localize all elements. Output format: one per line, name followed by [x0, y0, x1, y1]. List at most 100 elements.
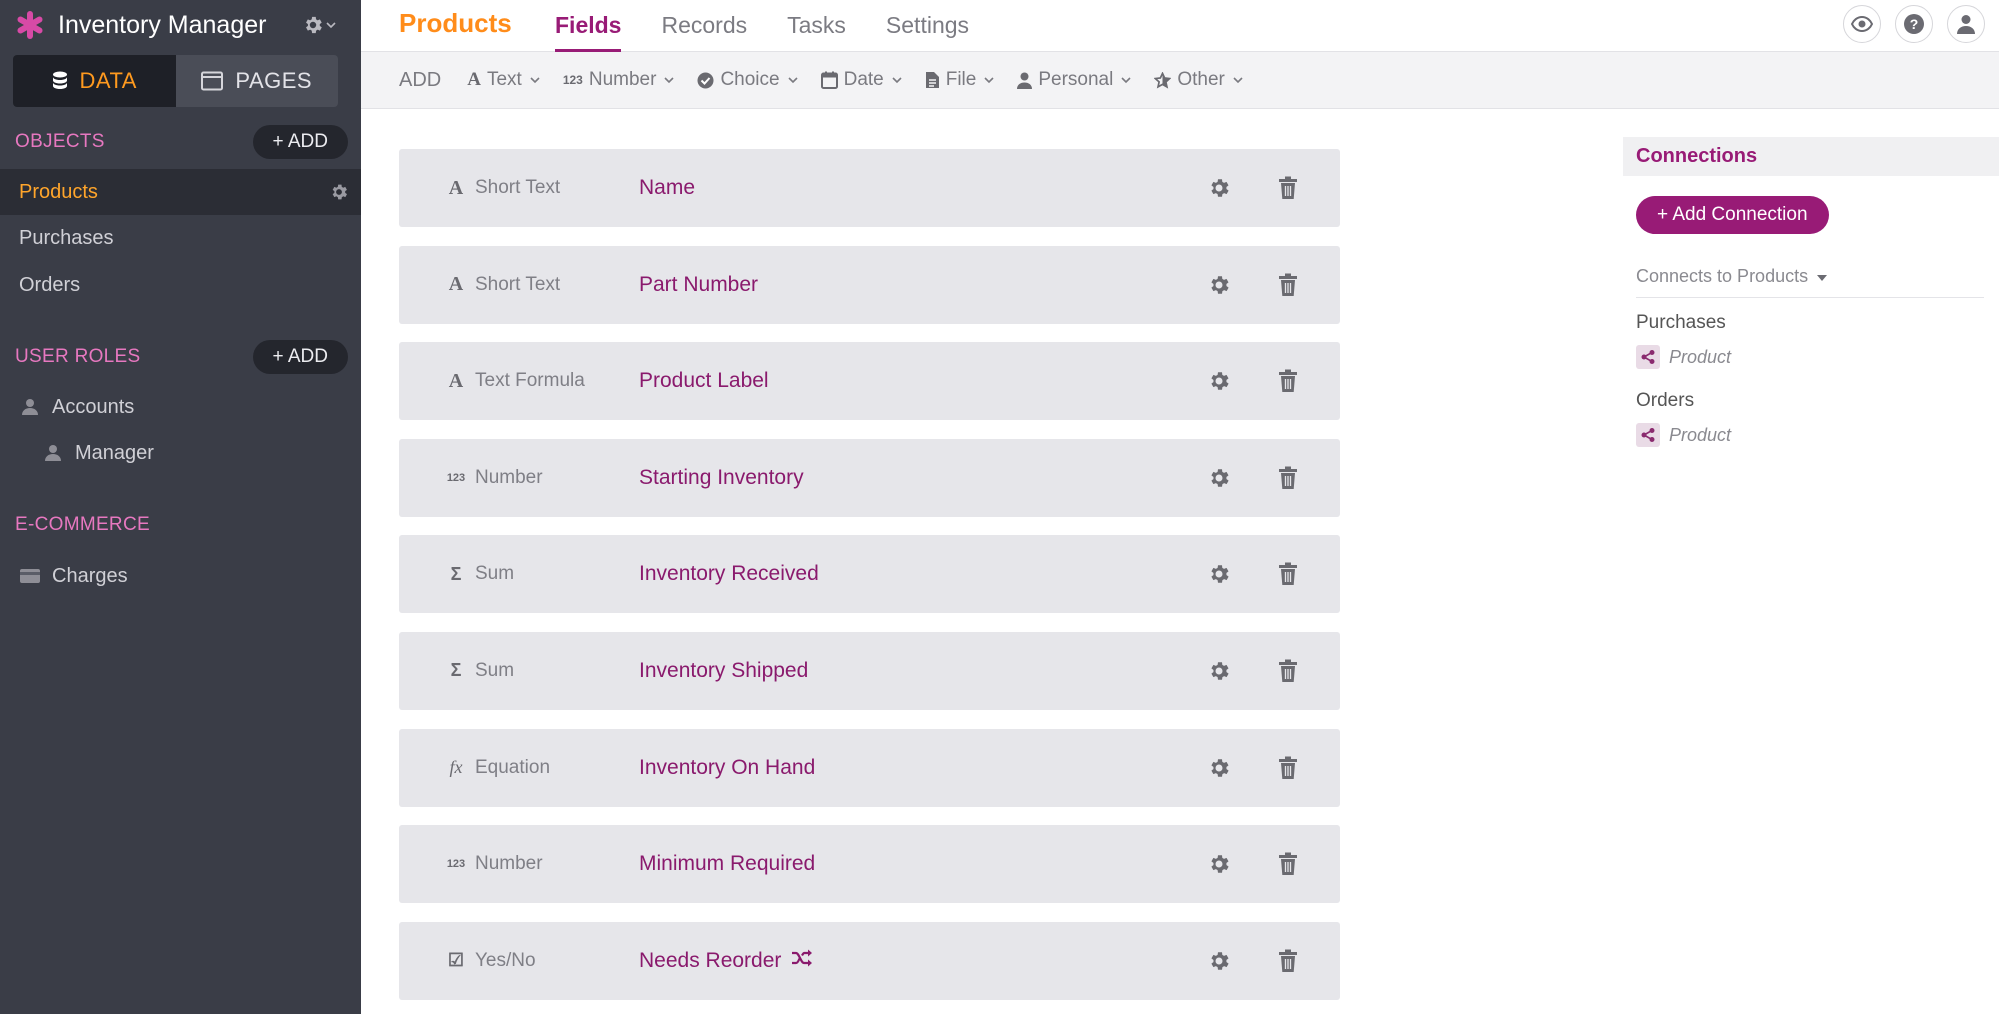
- field-type-label: Short Text: [475, 177, 561, 198]
- sidebar-item-purchases[interactable]: Purchases: [0, 215, 361, 261]
- sum-type-icon: Σ: [450, 660, 462, 681]
- add-user-role-button[interactable]: + ADD: [252, 340, 348, 374]
- field-row[interactable]: 123 Number Minimum Required: [399, 825, 1340, 904]
- add-choice-field-button[interactable]: Choice: [697, 69, 798, 91]
- add-connection-button[interactable]: + Add Connection: [1636, 196, 1829, 234]
- top-icons: ?: [1843, 5, 1985, 43]
- delete-field-trash-icon[interactable]: [1278, 369, 1298, 398]
- delete-field-trash-icon[interactable]: [1278, 562, 1298, 591]
- objects-section-label: OBJECTS: [15, 131, 105, 152]
- app-settings-gear-icon[interactable]: [302, 14, 337, 36]
- field-name: Name: [639, 176, 696, 199]
- delete-field-trash-icon[interactable]: [1278, 659, 1298, 688]
- field-row[interactable]: A Short Text Name: [399, 149, 1340, 227]
- chevron-down-icon: [664, 77, 675, 84]
- field-settings-gear-icon[interactable]: [1207, 756, 1231, 785]
- connects-to-filter[interactable]: Connects to Products: [1636, 266, 1984, 298]
- sidebar-item-label: Accounts: [52, 395, 135, 418]
- field-name-link[interactable]: Inventory Shipped: [639, 659, 808, 683]
- field-row[interactable]: ☑ Yes/No Needs Reorder: [399, 921, 1340, 1000]
- field-type-label: Text Formula: [475, 370, 585, 392]
- field-settings-gear-icon[interactable]: [1207, 659, 1231, 688]
- data-mode-button[interactable]: DATA: [13, 55, 176, 107]
- type-label: Number: [588, 69, 657, 90]
- field-settings-gear-icon[interactable]: [1207, 852, 1231, 881]
- field-row[interactable]: Σ Sum Inventory Shipped: [399, 631, 1340, 710]
- add-file-field-button[interactable]: File: [925, 69, 995, 91]
- field-name-link[interactable]: Minimum Required: [639, 852, 815, 876]
- add-object-button[interactable]: + ADD: [252, 125, 348, 159]
- field-name-link[interactable]: Inventory On Hand: [639, 756, 815, 780]
- field-settings-gear-icon[interactable]: [1207, 562, 1231, 591]
- field-name-link[interactable]: Part Number: [639, 273, 758, 297]
- connection-field-label: Product: [1669, 346, 1732, 367]
- delete-field-trash-icon[interactable]: [1278, 466, 1298, 495]
- objects-section-header: OBJECTS + ADD: [15, 125, 348, 159]
- connection-field-link[interactable]: Product: [1636, 345, 1731, 369]
- preview-eye-icon[interactable]: [1843, 5, 1881, 43]
- sidebar-item-manager[interactable]: Manager: [0, 430, 361, 476]
- data-mode-label: DATA: [79, 68, 137, 93]
- field-settings-gear-icon[interactable]: [1207, 949, 1231, 978]
- field-row[interactable]: 123 Number Starting Inventory: [399, 438, 1340, 517]
- add-other-field-button[interactable]: Other: [1154, 69, 1243, 91]
- connection-field-label: Product: [1669, 424, 1732, 445]
- field-row[interactable]: A Text Formula Product Label: [399, 342, 1340, 421]
- chevron-down-icon: [984, 77, 994, 84]
- field-settings-gear-icon[interactable]: [1207, 466, 1231, 495]
- type-label: Text: [486, 69, 522, 90]
- field-name-link[interactable]: Inventory Received: [639, 562, 819, 586]
- field-row[interactable]: Σ Sum Inventory Received: [399, 535, 1340, 614]
- connects-to-label: Connects to Products: [1636, 266, 1809, 286]
- text-type-icon: A: [448, 176, 464, 199]
- field-settings-gear-icon[interactable]: [1207, 273, 1231, 302]
- account-user-icon[interactable]: [1947, 5, 1985, 43]
- add-date-field-button[interactable]: Date: [820, 69, 902, 91]
- sidebar-item-label: Charges: [52, 564, 128, 587]
- delete-field-trash-icon[interactable]: [1278, 273, 1298, 302]
- delete-field-trash-icon[interactable]: [1278, 176, 1298, 205]
- sidebar-item-charges[interactable]: Charges: [0, 553, 361, 599]
- sidebar-item-accounts[interactable]: Accounts: [0, 384, 361, 430]
- tab-tasks[interactable]: Tasks: [787, 0, 846, 52]
- field-name: Inventory Shipped: [639, 658, 809, 682]
- delete-field-trash-icon[interactable]: [1278, 949, 1298, 978]
- help-icon[interactable]: ?: [1895, 5, 1933, 43]
- caret-down-icon: [1817, 275, 1828, 281]
- tab-settings[interactable]: Settings: [886, 0, 969, 52]
- text-type-icon: A: [448, 273, 464, 296]
- sidebar-item-orders[interactable]: Orders: [0, 262, 361, 308]
- field-type-label: Equation: [475, 756, 551, 778]
- number-icon: 123: [562, 73, 583, 87]
- tab-records[interactable]: Records: [661, 0, 747, 52]
- star-icon: [1154, 71, 1172, 89]
- field-name: Inventory On Hand: [639, 755, 816, 779]
- delete-field-trash-icon[interactable]: [1278, 756, 1298, 785]
- calendar-icon: [820, 71, 838, 89]
- field-name-link[interactable]: Starting Inventory: [639, 466, 804, 490]
- connection-field-link[interactable]: Product: [1636, 423, 1731, 447]
- file-icon: [925, 72, 939, 88]
- add-number-field-button[interactable]: 123 Number: [563, 69, 675, 91]
- ecommerce-section-label: E-COMMERCE: [15, 514, 150, 535]
- field-row[interactable]: fx Equation Inventory On Hand: [399, 728, 1340, 807]
- tab-fields[interactable]: Fields: [555, 0, 622, 52]
- tabs: Fields Records Tasks Settings: [555, 0, 1009, 52]
- sidebar-item-label: Products: [19, 180, 98, 203]
- field-name-link[interactable]: Name: [639, 176, 695, 200]
- pages-mode-button[interactable]: PAGES: [176, 55, 339, 107]
- delete-field-trash-icon[interactable]: [1278, 852, 1298, 881]
- shuffle-conditional-icon[interactable]: [791, 949, 813, 973]
- add-personal-field-button[interactable]: Personal: [1017, 69, 1131, 91]
- fields-list: A Short Text Name A Short Text Part Number A Te…: [399, 149, 1340, 1014]
- add-text-field-button[interactable]: A Text: [467, 69, 540, 91]
- object-settings-gear-icon[interactable]: [329, 182, 349, 208]
- field-name-link[interactable]: Needs Reorder: [639, 949, 813, 973]
- field-row[interactable]: A Short Text Part Number: [399, 245, 1340, 324]
- field-settings-gear-icon[interactable]: [1207, 369, 1231, 398]
- sidebar-item-products[interactable]: Products: [0, 169, 361, 215]
- field-settings-gear-icon[interactable]: [1207, 176, 1231, 205]
- number-type-icon: 123: [446, 858, 466, 871]
- field-name-link[interactable]: Product Label: [639, 369, 769, 393]
- page-title: Products: [399, 8, 512, 38]
